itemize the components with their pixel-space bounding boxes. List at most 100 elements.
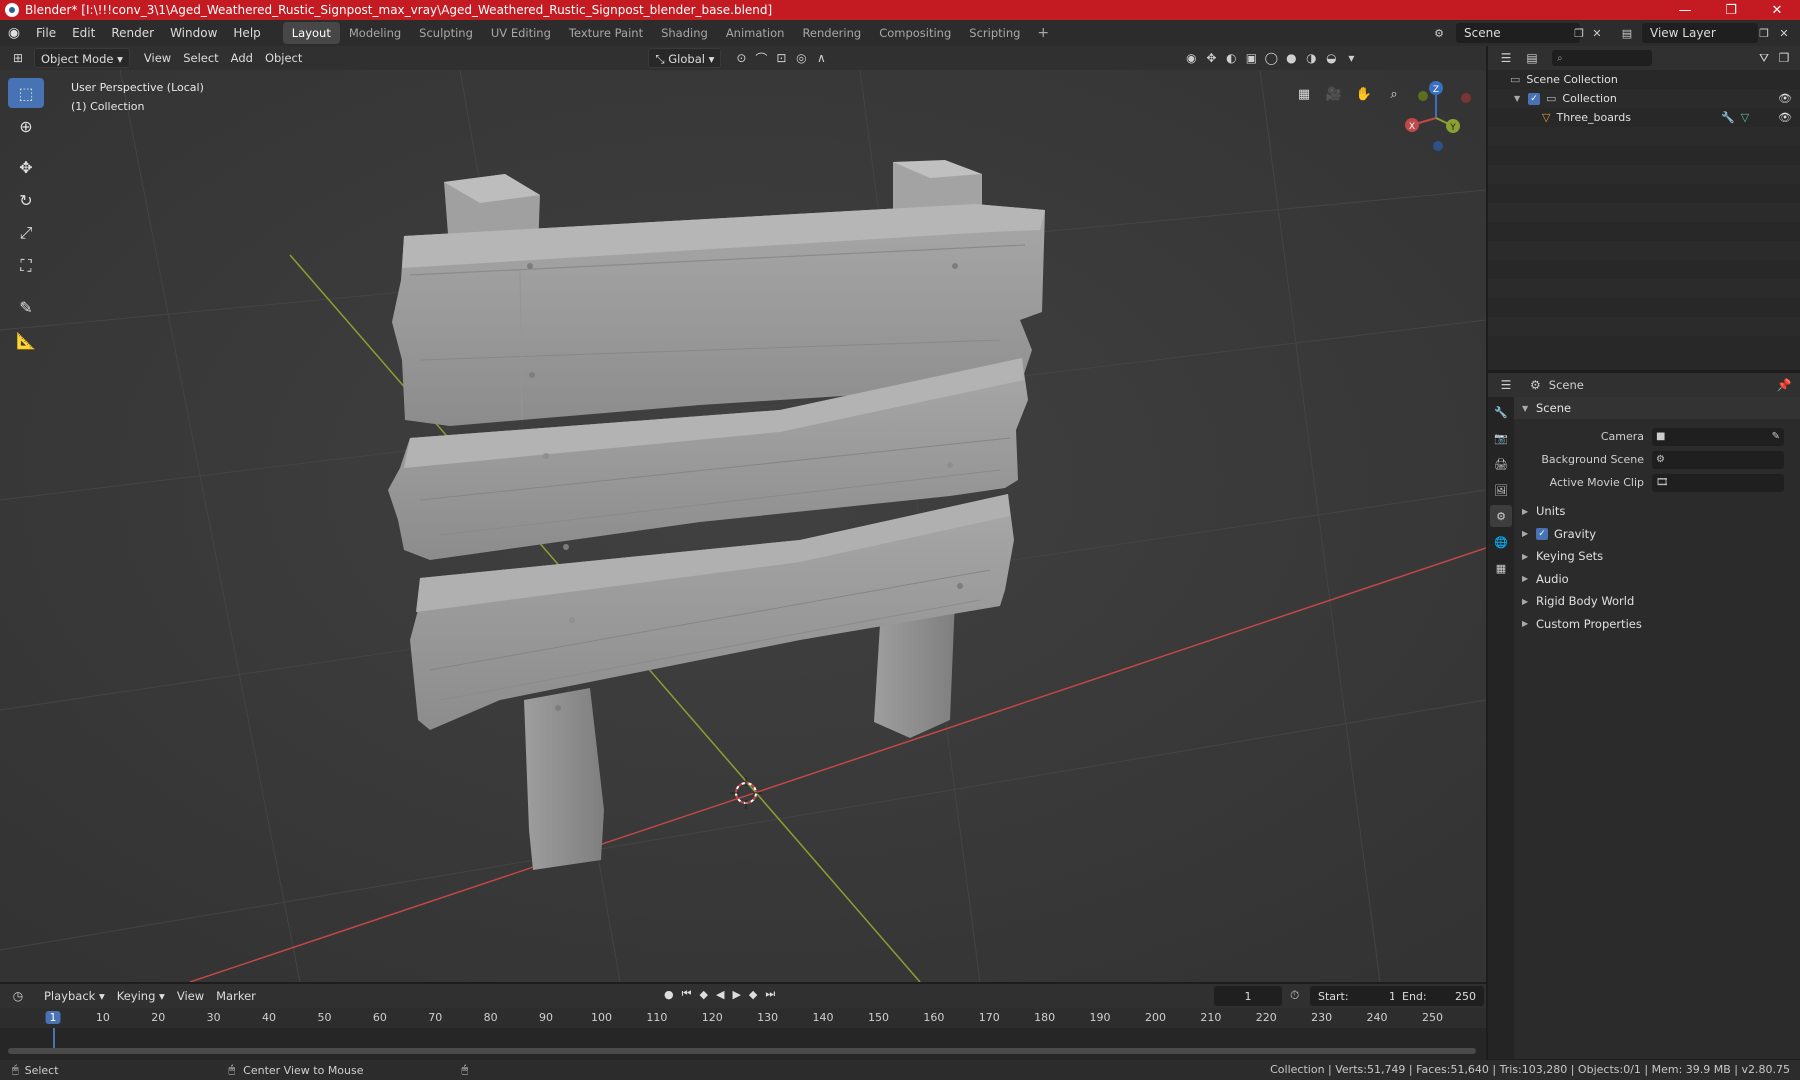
menu-render[interactable]: Render bbox=[103, 22, 162, 44]
filter-icon[interactable]: ⛛ bbox=[1754, 48, 1774, 68]
active-movie-clip-field[interactable]: 🎞 bbox=[1652, 473, 1784, 492]
record-icon[interactable]: ● bbox=[664, 988, 674, 1001]
outliner-editor-type-icon[interactable]: ☰ bbox=[1496, 48, 1516, 68]
tab-rendering[interactable]: Rendering bbox=[793, 22, 870, 44]
next-keyframe-icon[interactable]: ◆ bbox=[749, 988, 757, 1001]
jump-end-icon[interactable]: ⏭ bbox=[765, 987, 775, 1001]
zoom-icon[interactable]: ⌕ bbox=[1382, 82, 1406, 106]
overlay-toggle-icon[interactable]: ◐ bbox=[1221, 48, 1241, 68]
rendered-shading-icon[interactable]: ◒ bbox=[1321, 48, 1341, 68]
modifier-wrench-icon[interactable]: 🔧 bbox=[1721, 111, 1735, 124]
timeline-scrollbar[interactable] bbox=[8, 1048, 1476, 1054]
texture-tab-icon[interactable]: ▦ bbox=[1490, 557, 1512, 579]
scene-tab-icon[interactable]: ⚙ bbox=[1490, 505, 1512, 527]
world-tab-icon[interactable]: 🌐 bbox=[1490, 531, 1512, 553]
tab-layout[interactable]: Layout bbox=[282, 22, 340, 44]
custom-properties-expand-icon[interactable]: ▶ bbox=[1522, 619, 1536, 628]
rotate-tool-icon[interactable]: ↻ bbox=[8, 185, 44, 215]
rigid-body-expand-icon[interactable]: ▶ bbox=[1522, 597, 1536, 606]
close-button[interactable]: ✕ bbox=[1754, 0, 1800, 20]
preview-range-icon[interactable]: ⏱ bbox=[1290, 988, 1299, 1003]
menu-window[interactable]: Window bbox=[162, 22, 225, 44]
timeline-ruler[interactable]: 1 10 20 30 40 50 60 70 80 90 100 110 120 130 140 150 160… bbox=[0, 1008, 1486, 1028]
gravity-subpanel[interactable]: ▶ ✓ Gravity bbox=[1514, 523, 1800, 546]
pan-hand-icon[interactable]: ✋ bbox=[1352, 82, 1376, 106]
falloff-icon[interactable]: ∧ bbox=[811, 48, 831, 68]
new-scene-icon[interactable]: ❐ bbox=[1570, 24, 1588, 42]
annotate-tool-icon[interactable]: ✎ bbox=[8, 292, 44, 322]
solid-shading-icon[interactable]: ● bbox=[1281, 48, 1301, 68]
object-mode-dropdown[interactable]: Object Mode ▾ bbox=[34, 48, 130, 68]
viewport-menu-select[interactable]: Select bbox=[177, 48, 224, 68]
audio-subpanel[interactable]: ▶ Audio bbox=[1514, 568, 1800, 591]
add-workspace-button[interactable]: + bbox=[1029, 25, 1057, 41]
view-layer-icon[interactable]: ▤ bbox=[1618, 24, 1636, 42]
wireframe-shading-icon[interactable]: ◯ bbox=[1261, 48, 1281, 68]
editor-type-icon[interactable]: ⊞ bbox=[8, 48, 28, 68]
collection-visibility-eye-icon[interactable]: 👁 bbox=[1778, 92, 1792, 105]
timeline-menu-keying[interactable]: Keying ▾ bbox=[111, 986, 171, 1006]
outliner-display-mode-icon[interactable]: ▤ bbox=[1522, 48, 1542, 68]
timeline-body[interactable]: 1 10 20 30 40 50 60 70 80 90 100 110 120 130 140 150 160… bbox=[0, 1008, 1486, 1060]
gizmo-toggle-icon[interactable]: ✥ bbox=[1201, 48, 1221, 68]
grid-view-icon[interactable]: ▦ bbox=[1292, 82, 1316, 106]
3d-viewport[interactable]: Z X Y User Perspective (Local) (1) Colle… bbox=[0, 70, 1486, 982]
timeline-editor-type-icon[interactable]: ◷ bbox=[8, 986, 28, 1006]
tool-tab-icon[interactable]: 🔧 bbox=[1490, 401, 1512, 423]
xray-toggle-icon[interactable]: ▣ bbox=[1241, 48, 1261, 68]
proportional-edit-icon[interactable]: ◎ bbox=[791, 48, 811, 68]
snap-icon[interactable]: ⌒ bbox=[751, 48, 771, 68]
properties-editor-type-icon[interactable]: ☰ bbox=[1496, 375, 1516, 395]
units-subpanel[interactable]: ▶ Units bbox=[1514, 500, 1800, 523]
render-tab-icon[interactable]: 📷 bbox=[1490, 427, 1512, 449]
gravity-checkbox[interactable]: ✓ bbox=[1536, 527, 1548, 540]
output-tab-icon[interactable]: 🖨 bbox=[1490, 453, 1512, 475]
transform-tool-icon[interactable]: ⛶ bbox=[8, 251, 44, 281]
rigid-body-world-subpanel[interactable]: ▶ Rigid Body World bbox=[1514, 590, 1800, 613]
scene-panel-header[interactable]: ▼ Scene bbox=[1514, 397, 1800, 419]
outliner-search-input[interactable]: ⌕ bbox=[1552, 50, 1652, 66]
scale-tool-icon[interactable]: ⤢ bbox=[8, 218, 44, 248]
material-shading-icon[interactable]: ◑ bbox=[1301, 48, 1321, 68]
viewport-menu-object[interactable]: Object bbox=[259, 48, 308, 68]
tab-uv-editing[interactable]: UV Editing bbox=[482, 22, 560, 44]
viewport-menu-add[interactable]: Add bbox=[225, 48, 259, 68]
timeline-menu-playback[interactable]: Playback ▾ bbox=[38, 986, 111, 1006]
start-frame-field[interactable]: Start: 1 bbox=[1310, 986, 1404, 1006]
menu-help[interactable]: Help bbox=[225, 22, 268, 44]
measure-tool-icon[interactable]: 📐 bbox=[8, 325, 44, 355]
pivot-point-icon[interactable]: ⊙ bbox=[731, 48, 751, 68]
outliner-collection-row[interactable]: ▼ ✓ ▭ Collection 👁 bbox=[1488, 89, 1800, 108]
custom-properties-subpanel[interactable]: ▶ Custom Properties bbox=[1514, 613, 1800, 636]
current-frame-field[interactable]: 1 bbox=[1214, 986, 1282, 1006]
collection-checkbox[interactable]: ✓ bbox=[1528, 92, 1540, 105]
play-reverse-icon[interactable]: ◀ bbox=[716, 988, 724, 1001]
blender-menu-icon[interactable]: ◉ bbox=[0, 25, 28, 41]
pin-icon[interactable]: 📌 bbox=[1774, 375, 1794, 395]
cursor-tool-icon[interactable]: ⊕ bbox=[8, 111, 44, 141]
minimize-button[interactable]: — bbox=[1662, 0, 1708, 20]
snap-target-icon[interactable]: ⊡ bbox=[771, 48, 791, 68]
outliner-scene-collection[interactable]: ▭ Scene Collection bbox=[1488, 70, 1800, 89]
menu-file[interactable]: File bbox=[28, 22, 64, 44]
scene-selector[interactable]: Scene bbox=[1456, 23, 1580, 43]
jump-start-icon[interactable]: ⏮ bbox=[682, 987, 692, 1001]
object-visibility-eye-icon[interactable]: 👁 bbox=[1778, 111, 1792, 124]
viewport-menu-view[interactable]: View bbox=[138, 48, 177, 68]
delete-scene-icon[interactable]: ✕ bbox=[1588, 24, 1606, 42]
background-scene-field[interactable]: ⚙ bbox=[1652, 450, 1784, 469]
keying-sets-subpanel[interactable]: ▶ Keying Sets bbox=[1514, 545, 1800, 568]
view-layer-selector[interactable]: View Layer bbox=[1642, 23, 1758, 43]
move-tool-icon[interactable]: ✥ bbox=[8, 152, 44, 182]
shading-options-icon[interactable]: ▾ bbox=[1341, 48, 1361, 68]
tab-modeling[interactable]: Modeling bbox=[340, 22, 410, 44]
gravity-expand-icon[interactable]: ▶ bbox=[1522, 529, 1536, 538]
expand-chevron-icon[interactable]: ▼ bbox=[1514, 94, 1528, 103]
eyedropper-icon[interactable]: ✎ bbox=[1772, 431, 1780, 442]
tab-texture-paint[interactable]: Texture Paint bbox=[560, 22, 652, 44]
transform-orientation-dropdown[interactable]: ⤡ Global ▾ bbox=[648, 48, 722, 68]
delete-view-layer-icon[interactable]: ✕ bbox=[1775, 24, 1793, 42]
audio-expand-icon[interactable]: ▶ bbox=[1522, 574, 1536, 583]
tab-animation[interactable]: Animation bbox=[717, 22, 794, 44]
keying-sets-expand-icon[interactable]: ▶ bbox=[1522, 552, 1536, 561]
